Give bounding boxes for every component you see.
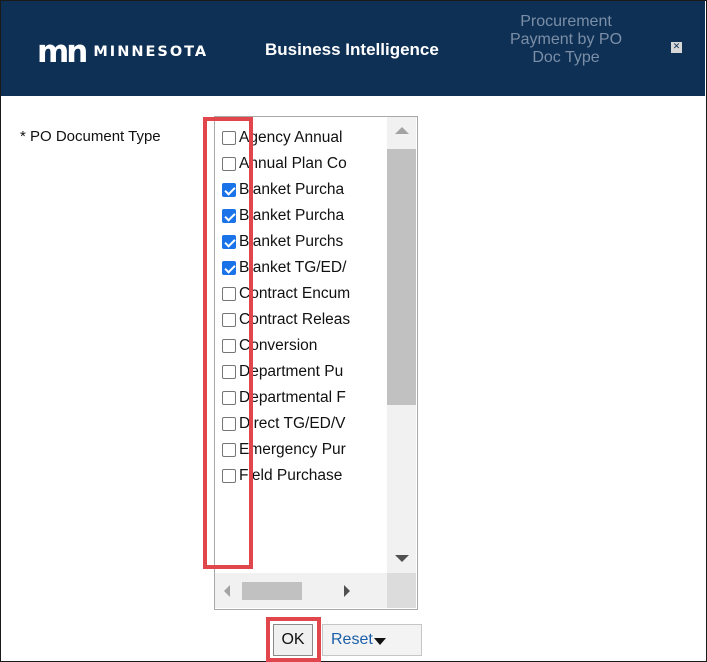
scroll-right-icon[interactable] [335, 573, 360, 608]
scroll-left-icon[interactable] [215, 573, 240, 608]
list-item-label: Department Pu [239, 363, 344, 380]
report-title: Procurement Payment by PO Doc Type [509, 13, 623, 66]
scrollbar-corner [387, 573, 416, 608]
minnesota-logo: mn MINNESOTA [37, 37, 208, 68]
close-icon[interactable]: ✕ [671, 42, 682, 53]
reset-button-label: Reset [331, 631, 373, 648]
page-header: mn MINNESOTA Business Intelligence Procu… [1, 1, 705, 96]
po-document-type-label: * PO Document Type [20, 128, 161, 145]
ok-button-highlight [266, 617, 321, 662]
list-item-label: Emergency Pur [239, 441, 346, 458]
list-item-label: Contract Releas [239, 311, 351, 328]
chevron-down-icon[interactable] [374, 638, 386, 645]
list-item-label: Blanket TG/ED/ [239, 259, 347, 276]
list-item-label: Blanket Purcha [239, 181, 345, 198]
vertical-scrollbar[interactable] [387, 117, 416, 573]
list-item-label: Blanket Purchs [239, 233, 344, 250]
logo-mark: mn [37, 34, 88, 70]
list-item-label: Field Purchase [239, 467, 343, 484]
list-item-label: Contract Encum [239, 285, 351, 302]
logo-text: MINNESOTA [93, 44, 209, 61]
list-item-label: Blanket Purcha [239, 207, 345, 224]
app-title: Business Intelligence [265, 40, 439, 59]
horizontal-scrollbar[interactable] [215, 573, 387, 608]
scroll-down-icon[interactable] [387, 543, 416, 571]
list-item-label: Agency Annual [239, 129, 343, 146]
reset-button[interactable]: Reset [322, 624, 422, 656]
list-item-label: Conversion [239, 337, 318, 354]
horizontal-scroll-thumb[interactable] [242, 582, 302, 600]
scroll-up-icon[interactable] [387, 117, 416, 145]
list-item-label: Departmental F [239, 389, 346, 406]
checkbox-column-highlight [203, 117, 253, 569]
list-item-label: Annual Plan Co [239, 155, 347, 172]
list-item-label: Direct TG/ED/V [239, 415, 346, 432]
vertical-scroll-thumb[interactable] [387, 149, 416, 405]
